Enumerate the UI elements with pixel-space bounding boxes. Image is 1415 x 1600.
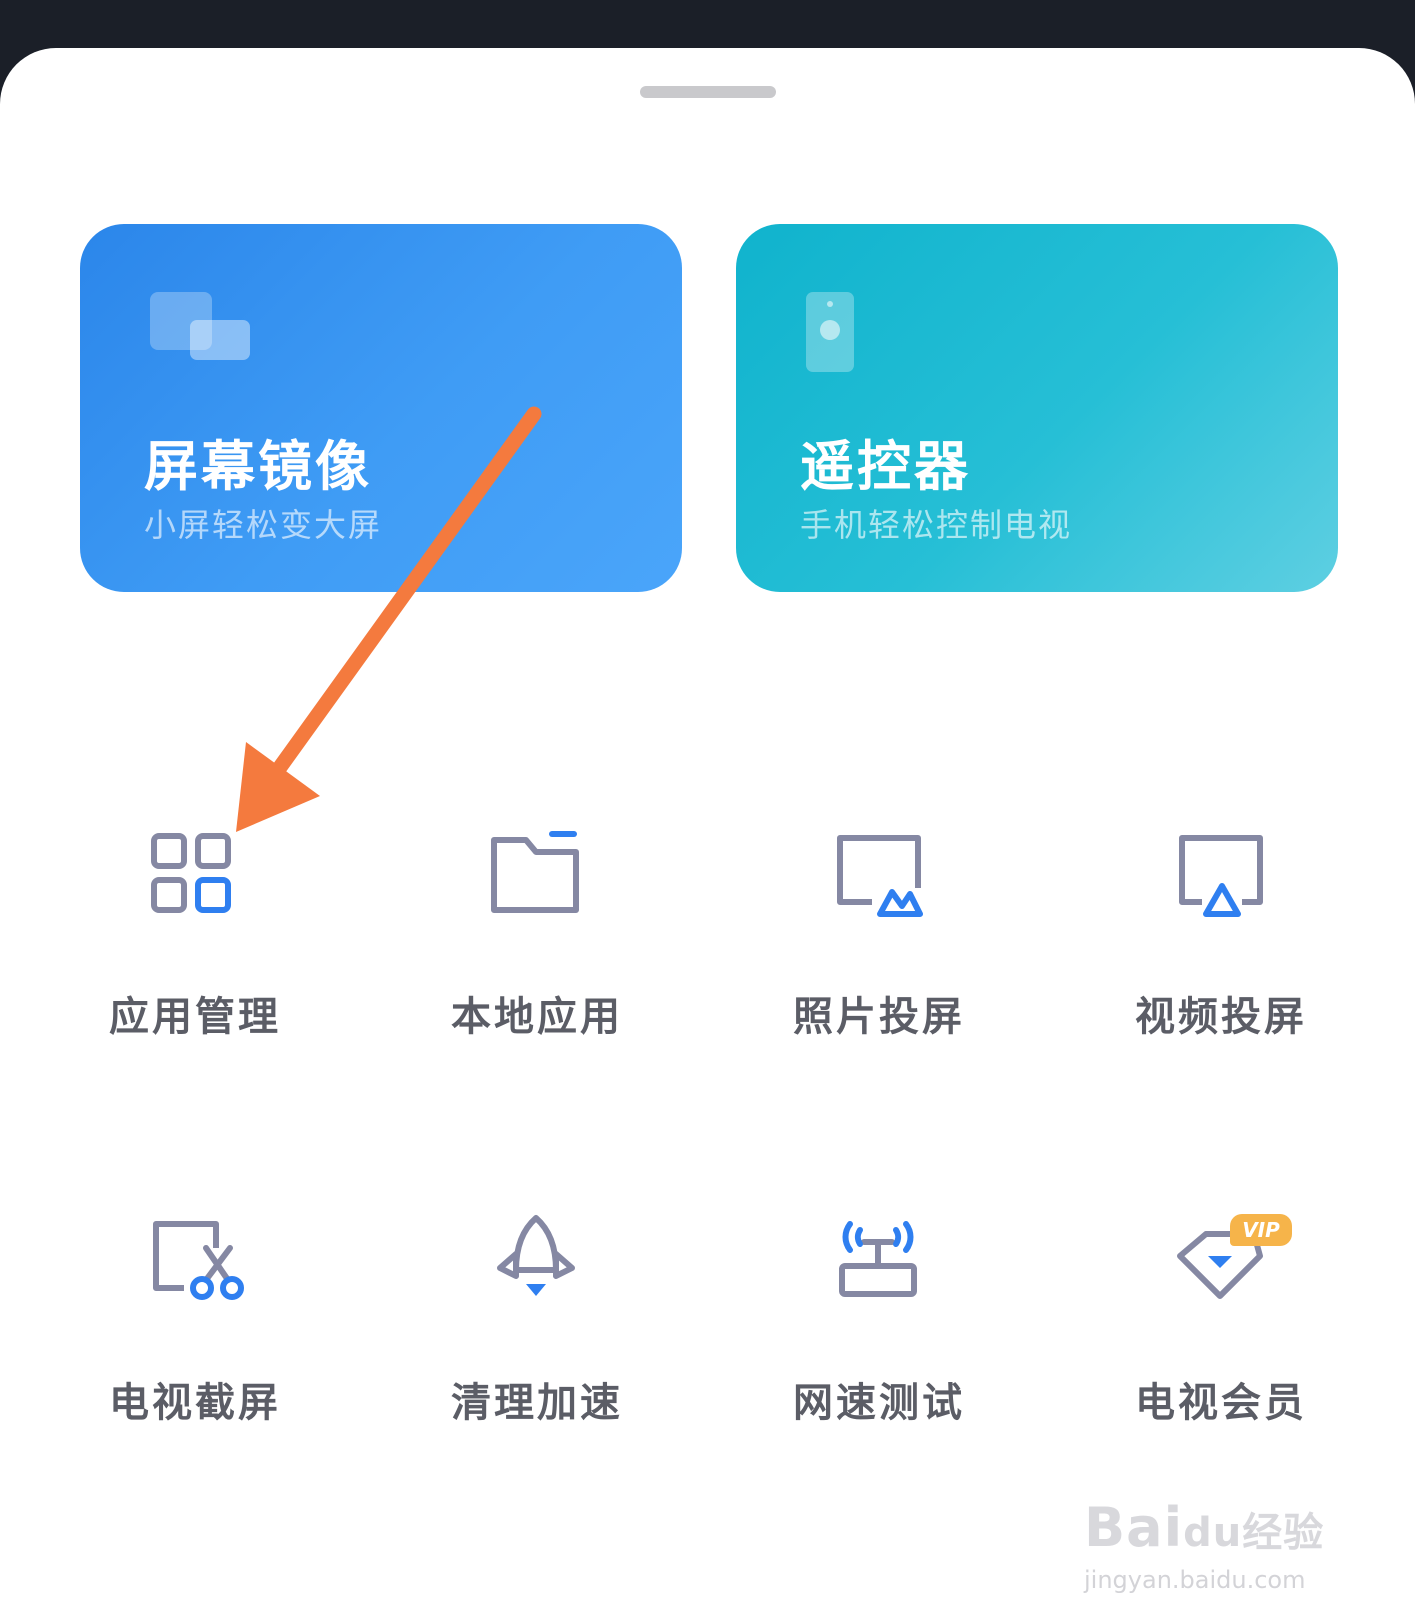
watermark-brand-suffix: du <box>1183 1510 1243 1556</box>
grid-item-app-manage[interactable]: 应用管理 <box>24 822 366 1052</box>
grid-item-label: 电视截屏 <box>109 1380 281 1426</box>
screen-mirror-card[interactable]: 屏幕镜像 小屏轻松变大屏 <box>80 224 682 626</box>
card-subtitle: 小屏轻松变大屏 <box>144 506 383 544</box>
baidu-watermark: Baidu经验 jingyan.baidu.com <box>1084 1496 1344 1600</box>
photo-cast-icon <box>837 835 923 917</box>
video-cast-icon <box>1179 835 1263 917</box>
grid-item-label: 电视会员 <box>1135 1380 1307 1426</box>
grid-item-tv-screenshot[interactable]: 电视截屏 <box>24 1208 366 1438</box>
rocket-icon <box>497 1215 575 1296</box>
card-subtitle: 手机轻松控制电视 <box>800 506 1073 544</box>
app-grid-icon <box>151 833 231 913</box>
bottom-sheet: 屏幕镜像 小屏轻松变大屏 遥控器 手机轻松控制电视 应用管理 本地应用 照片投屏… <box>0 48 1415 1600</box>
vip-badge: VIP <box>1230 1214 1292 1246</box>
grid-item-video-cast[interactable]: 视频投屏 <box>1050 822 1392 1052</box>
remote-control-icon <box>806 292 854 372</box>
watermark-brand: Bai <box>1084 1496 1184 1559</box>
grid-item-local-apps[interactable]: 本地应用 <box>366 822 708 1052</box>
router-signal-icon <box>839 1221 917 1297</box>
grid-item-label: 应用管理 <box>109 994 281 1040</box>
grid-item-photo-cast[interactable]: 照片投屏 <box>708 822 1050 1052</box>
watermark-cn: 经验 <box>1242 1510 1325 1556</box>
card-title: 屏幕镜像 <box>144 435 372 498</box>
drag-handle[interactable] <box>640 86 776 98</box>
screen-mirror-icon <box>150 292 250 360</box>
card-title: 遥控器 <box>800 435 971 498</box>
grid-item-label: 清理加速 <box>451 1380 623 1426</box>
grid-item-clean-speedup[interactable]: 清理加速 <box>366 1208 708 1438</box>
grid-item-label: 本地应用 <box>451 994 623 1040</box>
grid-item-label: 网速测试 <box>793 1380 965 1426</box>
remote-control-card[interactable]: 遥控器 手机轻松控制电视 <box>736 224 1338 626</box>
grid-item-tv-vip[interactable]: VIP 电视会员 <box>1050 1208 1392 1438</box>
grid-item-speed-test[interactable]: 网速测试 <box>708 1208 1050 1438</box>
grid-item-label: 照片投屏 <box>793 994 965 1040</box>
folder-icon <box>491 831 579 913</box>
watermark-url: jingyan.baidu.com <box>1084 1566 1306 1594</box>
grid-item-label: 视频投屏 <box>1135 994 1307 1040</box>
screenshot-scissors-icon <box>153 1221 244 1300</box>
